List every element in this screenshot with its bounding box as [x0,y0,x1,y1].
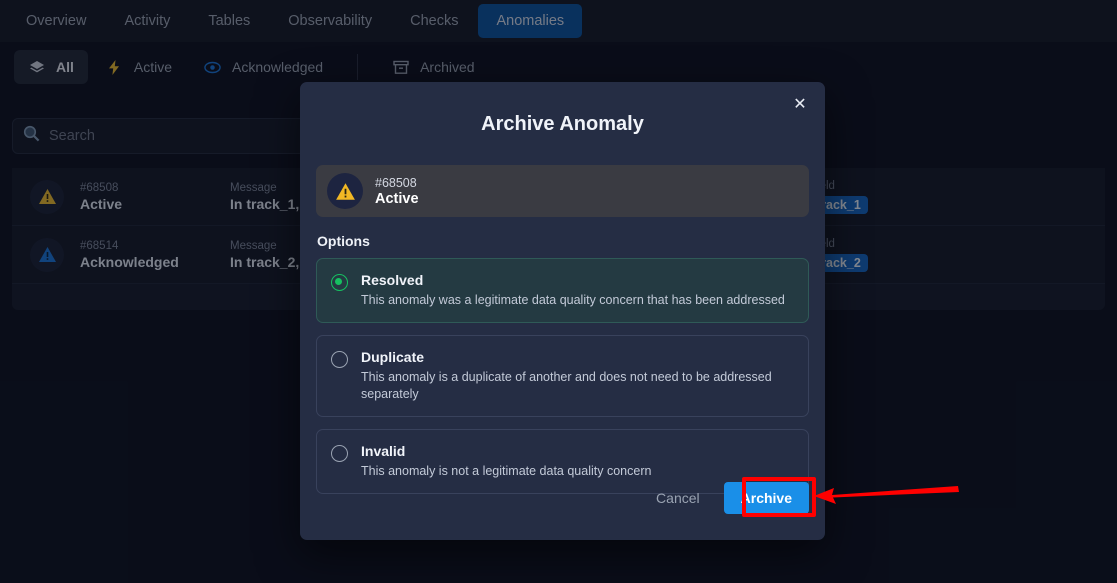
radio-invalid[interactable] [331,444,348,462]
option-invalid-description: This anomaly is not a legitimate data qu… [361,463,652,478]
warning-triangle-icon [327,173,363,209]
archive-anomaly-dialog: ✕ Archive Anomaly #68508 Active Options … [300,82,825,540]
option-duplicate-description: This anomaly is a duplicate of another a… [361,369,772,401]
option-duplicate-title: Duplicate [361,348,425,365]
app-root: Overview Activity Tables Observability C… [0,0,1117,583]
banner-anomaly-id: #68508 [375,175,417,190]
option-resolved-title: Resolved [361,272,424,288]
banner-anomaly-status: Active [375,190,419,207]
radio-resolved[interactable] [331,274,348,291]
banner-text: #68508 Active [375,176,419,207]
options-header: Options [317,233,370,249]
anomaly-banner: #68508 Active [316,165,809,217]
cancel-button[interactable]: Cancel [652,484,704,512]
option-resolved-description: This anomaly was a legitimate data quali… [361,293,785,307]
dialog-title: Archive Anomaly [481,113,644,135]
radio-duplicate[interactable] [331,350,348,368]
option-invalid-title: Invalid [361,442,406,459]
close-icon[interactable]: ✕ [787,92,813,118]
dialog-actions: Cancel Archive [652,482,809,514]
option-resolved[interactable]: Resolved This anomaly was a legitimate d… [316,258,809,323]
option-duplicate[interactable]: Duplicate This anomaly is a duplicate of… [316,334,809,417]
archive-button[interactable]: Archive [723,482,809,514]
